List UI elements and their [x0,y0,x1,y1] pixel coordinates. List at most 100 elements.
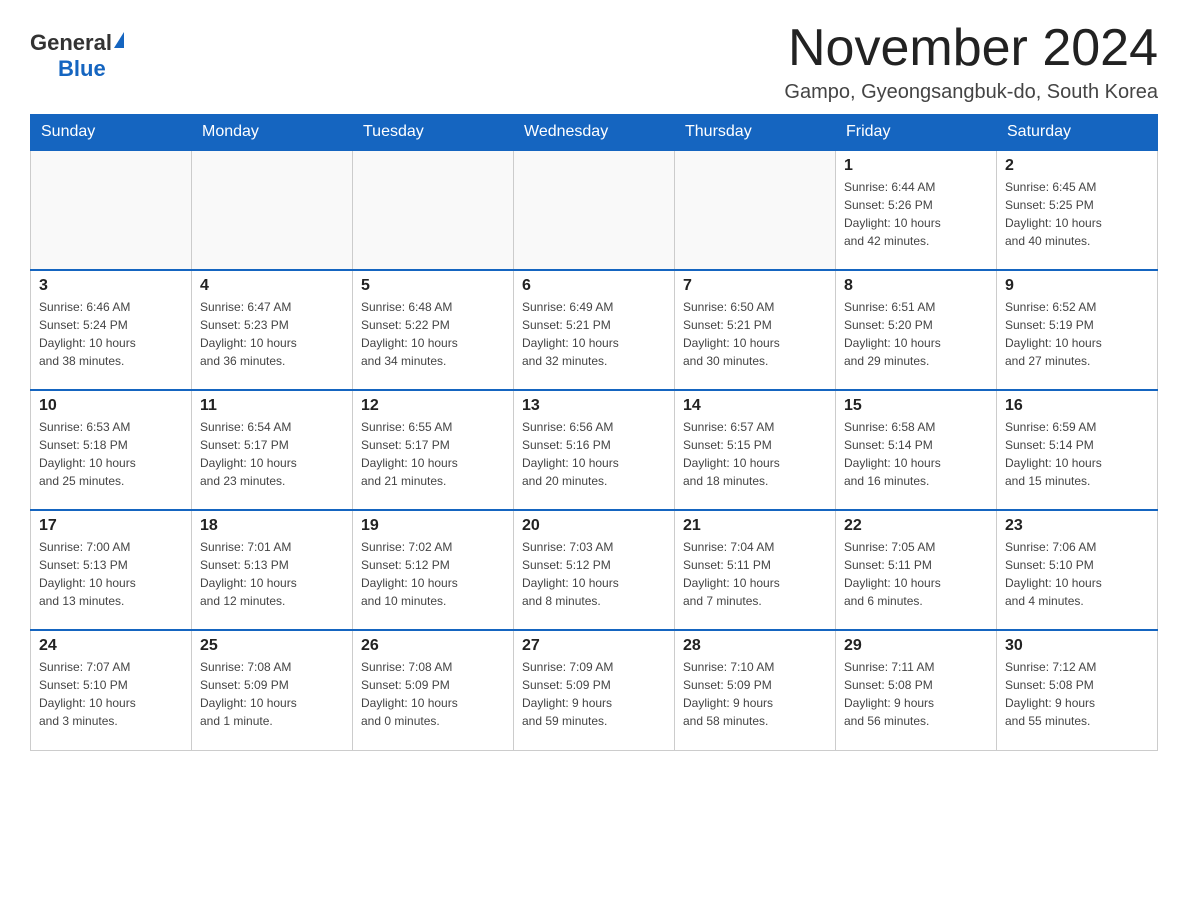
day-info: Sunrise: 6:56 AM Sunset: 5:16 PM Dayligh… [522,418,666,490]
calendar-cell: 16 Sunrise: 6:59 AM Sunset: 5:14 PM Dayli… [997,390,1158,510]
calendar-cell: 28 Sunrise: 7:10 AM Sunset: 5:09 PM Dayli… [675,630,836,750]
day-number: 5 [361,277,505,295]
day-info: Sunrise: 6:54 AM Sunset: 5:17 PM Dayligh… [200,418,344,490]
calendar-cell: 17 Sunrise: 7:00 AM Sunset: 5:13 PM Dayli… [31,510,192,630]
weekday-header-wednesday: Wednesday [514,115,675,151]
day-number: 7 [683,277,827,295]
day-info: Sunrise: 7:06 AM Sunset: 5:10 PM Dayligh… [1005,538,1149,610]
day-info: Sunrise: 7:00 AM Sunset: 5:13 PM Dayligh… [39,538,183,610]
calendar-table: SundayMondayTuesdayWednesdayThursdayFrid… [30,114,1158,751]
calendar-cell: 4 Sunrise: 6:47 AM Sunset: 5:23 PM Daylig… [192,270,353,390]
day-info: Sunrise: 7:09 AM Sunset: 5:09 PM Dayligh… [522,658,666,730]
weekday-header-saturday: Saturday [997,115,1158,151]
calendar-cell: 11 Sunrise: 6:54 AM Sunset: 5:17 PM Dayli… [192,390,353,510]
day-number: 18 [200,517,344,535]
calendar-cell: 20 Sunrise: 7:03 AM Sunset: 5:12 PM Dayli… [514,510,675,630]
day-info: Sunrise: 6:47 AM Sunset: 5:23 PM Dayligh… [200,298,344,370]
day-info: Sunrise: 7:07 AM Sunset: 5:10 PM Dayligh… [39,658,183,730]
logo-triangle-icon [114,32,124,48]
day-info: Sunrise: 6:51 AM Sunset: 5:20 PM Dayligh… [844,298,988,370]
day-number: 30 [1005,637,1149,655]
day-number: 11 [200,397,344,415]
day-number: 21 [683,517,827,535]
day-number: 22 [844,517,988,535]
calendar-cell: 29Sunrise: 7:11 AM Sunset: 5:08 PM Dayli… [836,630,997,750]
calendar-cell: 3 Sunrise: 6:46 AM Sunset: 5:24 PM Daylig… [31,270,192,390]
weekday-header-monday: Monday [192,115,353,151]
day-number: 2 [1005,157,1149,175]
logo-general-text: General [30,30,112,56]
day-info: Sunrise: 6:48 AM Sunset: 5:22 PM Dayligh… [361,298,505,370]
calendar-cell: 12 Sunrise: 6:55 AM Sunset: 5:17 PM Dayli… [353,390,514,510]
day-number: 3 [39,277,183,295]
weekday-header-friday: Friday [836,115,997,151]
day-info: Sunrise: 7:02 AM Sunset: 5:12 PM Dayligh… [361,538,505,610]
day-info: Sunrise: 6:50 AM Sunset: 5:21 PM Dayligh… [683,298,827,370]
calendar-cell: 14 Sunrise: 6:57 AM Sunset: 5:15 PM Dayli… [675,390,836,510]
day-number: 27 [522,637,666,655]
day-number: 16 [1005,397,1149,415]
calendar-cell [31,150,192,270]
calendar-cell: 27 Sunrise: 7:09 AM Sunset: 5:09 PM Dayli… [514,630,675,750]
day-number: 1 [844,157,988,175]
day-number: 25 [200,637,344,655]
day-info: Sunrise: 7:12 AM Sunset: 5:08 PM Dayligh… [1005,658,1149,730]
calendar-cell: 15Sunrise: 6:58 AM Sunset: 5:14 PM Dayli… [836,390,997,510]
day-info: Sunrise: 6:46 AM Sunset: 5:24 PM Dayligh… [39,298,183,370]
week-row-5: 24 Sunrise: 7:07 AM Sunset: 5:10 PM Dayli… [31,630,1158,750]
day-info: Sunrise: 6:53 AM Sunset: 5:18 PM Dayligh… [39,418,183,490]
calendar-cell: 19 Sunrise: 7:02 AM Sunset: 5:12 PM Dayli… [353,510,514,630]
day-info: Sunrise: 6:45 AM Sunset: 5:25 PM Dayligh… [1005,178,1149,250]
calendar-cell [192,150,353,270]
day-info: Sunrise: 7:03 AM Sunset: 5:12 PM Dayligh… [522,538,666,610]
day-info: Sunrise: 7:08 AM Sunset: 5:09 PM Dayligh… [361,658,505,730]
day-info: Sunrise: 6:59 AM Sunset: 5:14 PM Dayligh… [1005,418,1149,490]
week-row-1: 1Sunrise: 6:44 AM Sunset: 5:26 PM Daylig… [31,150,1158,270]
day-number: 17 [39,517,183,535]
day-info: Sunrise: 7:10 AM Sunset: 5:09 PM Dayligh… [683,658,827,730]
week-row-4: 17 Sunrise: 7:00 AM Sunset: 5:13 PM Dayli… [31,510,1158,630]
logo: General Blue [30,20,124,82]
calendar-cell: 1Sunrise: 6:44 AM Sunset: 5:26 PM Daylig… [836,150,997,270]
day-info: Sunrise: 7:05 AM Sunset: 5:11 PM Dayligh… [844,538,988,610]
calendar-cell: 23 Sunrise: 7:06 AM Sunset: 5:10 PM Dayli… [997,510,1158,630]
month-title: November 2024 [784,20,1158,77]
day-number: 24 [39,637,183,655]
day-number: 6 [522,277,666,295]
calendar-cell: 18Sunrise: 7:01 AM Sunset: 5:13 PM Dayli… [192,510,353,630]
weekday-header-sunday: Sunday [31,115,192,151]
day-info: Sunrise: 7:04 AM Sunset: 5:11 PM Dayligh… [683,538,827,610]
calendar-cell: 30 Sunrise: 7:12 AM Sunset: 5:08 PM Dayli… [997,630,1158,750]
logo-blue-text: Blue [58,56,106,82]
calendar-cell: 8 Sunrise: 6:51 AM Sunset: 5:20 PM Daylig… [836,270,997,390]
day-number: 13 [522,397,666,415]
day-number: 20 [522,517,666,535]
day-number: 14 [683,397,827,415]
day-number: 12 [361,397,505,415]
day-number: 10 [39,397,183,415]
calendar-cell: 21 Sunrise: 7:04 AM Sunset: 5:11 PM Dayli… [675,510,836,630]
day-number: 26 [361,637,505,655]
calendar-cell: 26 Sunrise: 7:08 AM Sunset: 5:09 PM Dayli… [353,630,514,750]
day-number: 4 [200,277,344,295]
day-info: Sunrise: 6:52 AM Sunset: 5:19 PM Dayligh… [1005,298,1149,370]
location-title: Gampo, Gyeongsangbuk-do, South Korea [784,81,1158,104]
day-number: 19 [361,517,505,535]
day-info: Sunrise: 7:11 AM Sunset: 5:08 PM Dayligh… [844,658,988,730]
calendar-cell: 10 Sunrise: 6:53 AM Sunset: 5:18 PM Dayli… [31,390,192,510]
weekday-header-thursday: Thursday [675,115,836,151]
day-info: Sunrise: 6:55 AM Sunset: 5:17 PM Dayligh… [361,418,505,490]
day-number: 23 [1005,517,1149,535]
day-info: Sunrise: 6:58 AM Sunset: 5:14 PM Dayligh… [844,418,988,490]
calendar-cell [353,150,514,270]
calendar-cell: 25Sunrise: 7:08 AM Sunset: 5:09 PM Dayli… [192,630,353,750]
calendar-cell: 9Sunrise: 6:52 AM Sunset: 5:19 PM Daylig… [997,270,1158,390]
day-number: 8 [844,277,988,295]
day-number: 28 [683,637,827,655]
calendar-cell: 22 Sunrise: 7:05 AM Sunset: 5:11 PM Dayli… [836,510,997,630]
calendar-cell: 6 Sunrise: 6:49 AM Sunset: 5:21 PM Daylig… [514,270,675,390]
day-info: Sunrise: 6:49 AM Sunset: 5:21 PM Dayligh… [522,298,666,370]
day-info: Sunrise: 6:57 AM Sunset: 5:15 PM Dayligh… [683,418,827,490]
weekday-header-tuesday: Tuesday [353,115,514,151]
header: General Blue November 2024 Gampo, Gyeong… [30,20,1158,104]
